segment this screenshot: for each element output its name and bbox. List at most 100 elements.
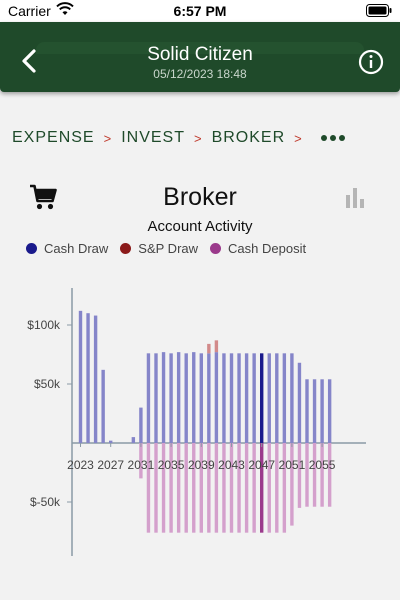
navigation-bar: Solid Citizen 05/12/2023 18:48: [0, 22, 400, 92]
cash-deposit-bar: [260, 443, 264, 533]
cash-draw-bar: [199, 353, 203, 443]
cash-deposit-bar: [290, 443, 294, 526]
cash-draw-bar: [176, 352, 181, 443]
x-tick-label: 2055: [309, 458, 336, 472]
cash-deposit-bar: [199, 443, 203, 533]
status-bar: Carrier 6:57 PM: [0, 0, 400, 22]
breadcrumb-item-expense[interactable]: EXPENSE: [12, 129, 95, 147]
breadcrumb-item-broker[interactable]: BROKER: [212, 129, 286, 147]
x-tick-label: 2051: [279, 458, 306, 472]
chart-legend: Cash Draw S&P Draw Cash Deposit: [26, 241, 318, 256]
cash-deposit-bar: [184, 443, 188, 533]
cash-draw-bar: [78, 310, 83, 443]
cash-deposit-bar: [327, 443, 332, 507]
breadcrumb: EXPENSE > INVEST > BROKER >: [12, 128, 345, 148]
cash-draw-bar: [229, 353, 234, 443]
cash-draw-bar: [252, 353, 256, 443]
cash-draw-bar: [214, 352, 219, 443]
cash-draw-bar: [320, 379, 324, 443]
cash-deposit-bar: [275, 443, 279, 533]
cash-draw-bar: [131, 437, 136, 443]
cash-deposit-bar: [207, 443, 211, 533]
cash-draw-bar: [305, 379, 309, 443]
cash-deposit-bar: [312, 443, 317, 507]
legend-item-sp-draw[interactable]: S&P Draw: [120, 241, 198, 256]
battery-icon: [366, 4, 392, 17]
ellipsis-icon[interactable]: [320, 133, 345, 143]
cash-deposit-bar: [229, 443, 234, 533]
cash-draw-bar: [267, 353, 271, 443]
cash-draw-bar: [282, 353, 287, 443]
account-activity-chart[interactable]: $100k$50k$-50k2023 2027 2031 2035 2039 2043 20…: [0, 270, 400, 570]
cash-draw-bar: [109, 440, 113, 443]
breadcrumb-item-invest[interactable]: INVEST: [121, 129, 185, 147]
cash-deposit-bar: [146, 443, 151, 533]
screen-title: Broker: [163, 183, 237, 211]
cash-deposit-bar: [267, 443, 271, 533]
cash-deposit-bar: [237, 443, 241, 533]
legend-item-cash-draw[interactable]: Cash Draw: [26, 241, 108, 256]
cash-draw-bar: [154, 353, 158, 443]
legend-dot: [26, 243, 37, 254]
cash-draw-bar: [192, 352, 196, 443]
nav-timestamp: 05/12/2023 18:48: [153, 67, 247, 81]
cart-icon: [30, 184, 57, 210]
legend-dot: [120, 243, 132, 254]
cash-deposit-bar: [252, 443, 256, 533]
cash-draw-bar: [161, 352, 166, 443]
cash-draw-bar: [275, 353, 279, 443]
x-tick-label: 2043: [218, 458, 245, 472]
cash-deposit-bar: [222, 443, 226, 533]
cash-deposit-bar: [169, 443, 173, 533]
legend-label: Cash Draw: [44, 241, 109, 256]
x-tick-label: 2039: [188, 458, 215, 472]
cash-draw-bar: [146, 353, 151, 443]
chart-title: Account Activity: [147, 218, 253, 235]
breadcrumb-separator: >: [294, 130, 303, 146]
legend-label: S&P Draw: [138, 241, 199, 256]
clock: 6:57 PM: [173, 3, 227, 19]
x-tick-label: 2031: [128, 458, 155, 472]
legend-item-cash-deposit[interactable]: Cash Deposit: [210, 241, 306, 256]
cash-draw-bar: [207, 353, 211, 443]
bar-chart-icon[interactable]: [344, 186, 366, 208]
cash-draw-bar: [290, 353, 294, 443]
legend-label: Cash Deposit: [228, 241, 307, 256]
cash-deposit-bar: [161, 443, 166, 533]
cash-draw-bar: [86, 313, 90, 443]
cash-deposit-bar: [305, 443, 309, 507]
info-circle-icon[interactable]: [358, 49, 384, 75]
cash-draw-bar: [327, 379, 332, 443]
cash-draw-bar: [260, 353, 264, 443]
cash-draw-bar: [244, 353, 249, 443]
y-tick-label: $100k: [27, 318, 61, 332]
cash-deposit-bar: [320, 443, 324, 507]
x-tick-label: 2035: [158, 458, 185, 472]
cash-draw-bar: [139, 407, 143, 443]
x-tick-label: 2027: [97, 458, 124, 472]
cash-deposit-bar: [282, 443, 287, 533]
breadcrumb-separator: >: [193, 130, 203, 146]
chevron-left-icon[interactable]: [14, 45, 46, 77]
cash-deposit-bar: [176, 443, 181, 533]
cash-deposit-bar: [192, 443, 196, 533]
breadcrumb-separator: >: [103, 130, 113, 146]
sp-draw-bar: [214, 340, 219, 353]
cash-draw-bar: [184, 353, 188, 443]
cash-draw-bar: [312, 379, 317, 443]
cash-draw-bar: [101, 369, 105, 443]
nav-title: Solid Citizen: [147, 44, 253, 65]
cash-draw-bar: [237, 353, 241, 443]
cash-deposit-bar: [214, 443, 219, 533]
cash-draw-bar: [93, 315, 98, 443]
cash-deposit-bar: [154, 443, 158, 533]
cash-deposit-bar: [244, 443, 249, 533]
x-tick-label: 2047: [248, 458, 275, 472]
cash-deposit-bar: [297, 443, 302, 508]
cash-draw-bar: [169, 353, 173, 443]
sp-draw-bar: [207, 343, 211, 354]
cash-draw-bar: [297, 362, 302, 443]
y-tick-label: $50k: [34, 377, 61, 391]
legend-dot: [210, 243, 222, 254]
y-tick-label: $-50k: [30, 495, 61, 509]
